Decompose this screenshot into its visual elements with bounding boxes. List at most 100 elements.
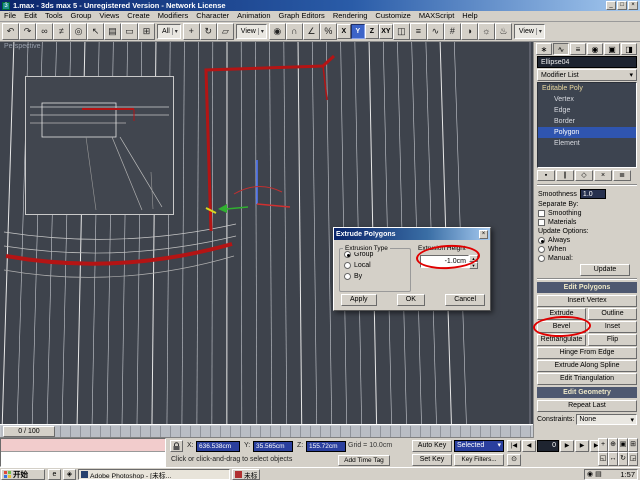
quick-launch-ie-icon[interactable]: e [48, 469, 61, 480]
play-icon[interactable]: ▶ [560, 440, 574, 452]
modifier-list-dropdown[interactable]: Modifier List ▾ [537, 69, 637, 81]
menu-maxscript[interactable]: MAXScript [415, 11, 458, 21]
radio-manual[interactable] [538, 255, 545, 262]
menu-group[interactable]: Group [67, 11, 96, 21]
extrude-button[interactable]: Extrude [537, 308, 586, 320]
remove-modifier-icon[interactable]: × [594, 170, 612, 181]
maximize-button[interactable]: □ [617, 1, 627, 10]
menu-animation[interactable]: Animation [233, 11, 274, 21]
start-button[interactable]: 开始 [1, 469, 45, 480]
zoom-icon[interactable]: + [598, 438, 608, 452]
select-and-link-icon[interactable]: ∞ [36, 23, 53, 40]
tab-modify-icon[interactable]: ∿ [553, 43, 569, 55]
menu-create[interactable]: Create [123, 11, 154, 21]
previous-frame-icon[interactable]: ◀ [522, 440, 536, 452]
spinner-down-icon[interactable]: ▼ [469, 262, 478, 269]
update-button[interactable]: Update [580, 264, 630, 276]
close-button[interactable]: × [628, 1, 638, 10]
select-and-move-icon[interactable]: + [183, 23, 200, 40]
stack-item-element[interactable]: Element [538, 138, 636, 149]
constraints-dropdown[interactable]: None ▾ [576, 414, 637, 425]
tab-utilities-icon[interactable]: ◨ [621, 43, 637, 55]
key-mode-dropdown[interactable]: Selected ▾ [454, 440, 504, 452]
stack-item-editable-poly[interactable]: Editable Poly [538, 83, 636, 94]
time-configuration-icon[interactable]: ⊙ [507, 454, 521, 466]
auto-key-button[interactable]: Auto Key [412, 440, 452, 452]
select-by-name-icon[interactable]: ▤ [104, 23, 121, 40]
edit-geometry-header[interactable]: Edit Geometry [537, 387, 637, 398]
key-filters-button[interactable]: Key Filters... [454, 454, 504, 466]
select-and-rotate-icon[interactable]: ↻ [200, 23, 217, 40]
maxscript-mini-listener[interactable] [0, 438, 166, 467]
menu-views[interactable]: Views [95, 11, 123, 21]
dialog-radio-group[interactable] [344, 251, 351, 258]
insert-vertex-button[interactable]: Insert Vertex [537, 295, 637, 307]
cancel-button[interactable]: Cancel [445, 294, 485, 306]
ok-button[interactable]: OK [397, 294, 425, 306]
listener-macro-line[interactable] [1, 439, 165, 452]
menu-help[interactable]: Help [458, 11, 481, 21]
tray-volume-icon[interactable]: ◉ [587, 470, 593, 479]
stack-item-vertex[interactable]: Vertex [538, 94, 636, 105]
time-slider-track[interactable]: 0 / 100 [1, 426, 531, 437]
taskbar-task-2[interactable]: 未标... [232, 469, 260, 480]
angle-snap-icon[interactable]: ∠ [303, 23, 320, 40]
curve-editor-icon[interactable]: ∿ [427, 23, 444, 40]
tray-ime-icon[interactable]: ▤ [595, 470, 602, 479]
stack-item-border[interactable]: Border [538, 116, 636, 127]
dialog-close-icon[interactable]: × [479, 230, 488, 239]
bevel-button[interactable]: Bevel [537, 321, 586, 333]
dialog-radio-local[interactable] [344, 262, 351, 269]
select-object-icon[interactable]: ↖ [87, 23, 104, 40]
listener-script-line[interactable] [1, 452, 165, 466]
tab-display-icon[interactable]: ▣ [604, 43, 620, 55]
selection-filter-dropdown[interactable]: All▾ [157, 24, 181, 39]
render-type-dropdown[interactable]: View▾ [514, 24, 545, 39]
retriangulate-button[interactable]: Retriangulate [537, 334, 586, 346]
snap-toggle-icon[interactable]: ∩ [286, 23, 303, 40]
axis-x-button[interactable]: X [337, 24, 351, 39]
show-end-result-icon[interactable]: ∥ [556, 170, 574, 181]
pin-stack-icon[interactable]: ▪ [537, 170, 555, 181]
material-editor-icon[interactable]: ◑ [461, 23, 478, 40]
axis-z-button[interactable]: Z [365, 24, 379, 39]
hinge-from-edge-button[interactable]: Hinge From Edge [537, 347, 637, 359]
menu-graph-editors[interactable]: Graph Editors [275, 11, 329, 21]
time-slider-handle[interactable]: 0 / 100 [3, 426, 55, 437]
outline-button[interactable]: Outline [588, 308, 637, 320]
y-coordinate-field[interactable]: 35.565cm [253, 441, 293, 452]
repeat-last-button[interactable]: Repeat Last [537, 400, 637, 412]
quick-render-icon[interactable]: ♨ [495, 23, 512, 40]
redo-icon[interactable]: ↷ [19, 23, 36, 40]
dialog-radio-by[interactable] [344, 273, 351, 280]
arc-rotate-icon[interactable]: ↻ [618, 452, 628, 466]
next-frame-icon[interactable]: ▶ [575, 440, 589, 452]
render-scene-icon[interactable]: ☼ [478, 23, 495, 40]
tab-hierarchy-icon[interactable]: ≡ [570, 43, 586, 55]
extrude-along-spline-button[interactable]: Extrude Along Spline [537, 360, 637, 372]
field-of-view-icon[interactable]: ◱ [598, 452, 608, 466]
menu-edit[interactable]: Edit [20, 11, 41, 21]
unlink-selection-icon[interactable]: ≠ [53, 23, 70, 40]
align-icon[interactable]: ≡ [410, 23, 427, 40]
menu-customize[interactable]: Customize [371, 11, 414, 21]
window-crossing-toggle-icon[interactable]: ⊞ [138, 23, 155, 40]
flip-button[interactable]: Flip [588, 334, 637, 346]
axis-y-button[interactable]: Y [351, 24, 365, 39]
stack-item-edge[interactable]: Edge [538, 105, 636, 116]
checkbox-materials[interactable] [538, 219, 545, 226]
edit-polygons-header[interactable]: Edit Polygons [537, 282, 637, 293]
inset-viewport[interactable] [25, 76, 174, 215]
zoom-all-icon[interactable]: ⊕ [608, 438, 618, 452]
select-and-scale-icon[interactable]: ▱ [217, 23, 234, 40]
tab-motion-icon[interactable]: ◉ [587, 43, 603, 55]
object-name-field[interactable]: Ellipse04 [537, 56, 637, 68]
add-time-tag-button[interactable]: Add Time Tag [338, 455, 390, 466]
set-key-button[interactable]: Set Key [412, 454, 452, 466]
checkbox-smoothing[interactable] [538, 210, 545, 217]
percent-snap-icon[interactable]: % [320, 23, 337, 40]
undo-icon[interactable]: ↶ [2, 23, 19, 40]
stack-item-polygon[interactable]: Polygon [538, 127, 636, 138]
pan-icon[interactable]: ↔ [608, 452, 618, 466]
go-to-start-icon[interactable]: |◀ [507, 440, 521, 452]
